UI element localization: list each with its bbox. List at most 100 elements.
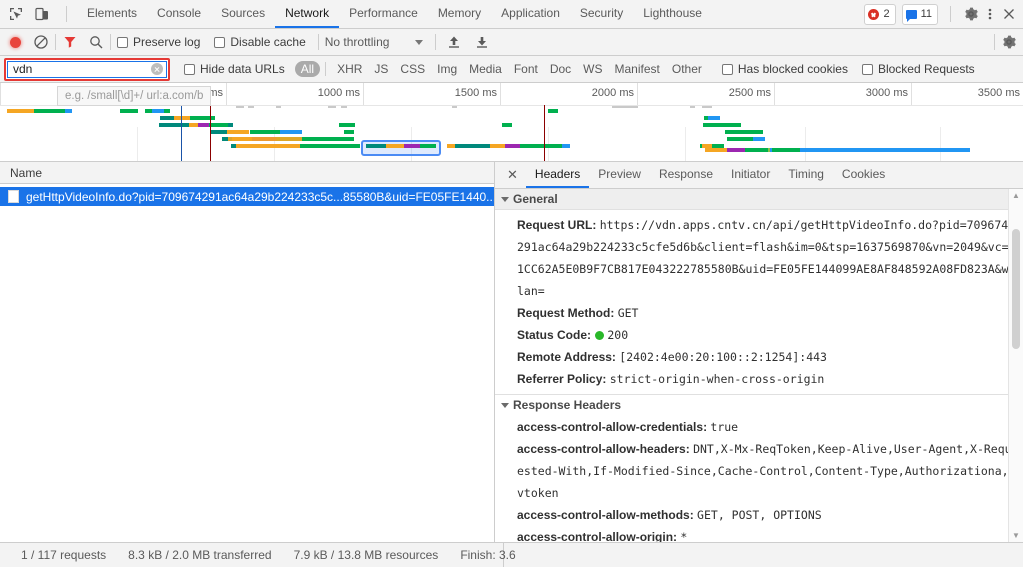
filter-type-ws[interactable]: WS: [577, 61, 608, 77]
gear-icon[interactable]: [963, 6, 979, 22]
checkbox-box: [214, 36, 226, 48]
hide-data-urls-label: Hide data URLs: [200, 62, 285, 76]
timeline-bar: [228, 123, 233, 127]
has-blocked-cookies-checkbox[interactable]: Has blocked cookies: [721, 62, 848, 76]
timeline-gridline: [805, 127, 806, 161]
header-value: GET: [617, 306, 639, 320]
tab-application[interactable]: Application: [491, 0, 570, 28]
timeline-bar: [120, 109, 138, 113]
request-rows[interactable]: getHttpVideoInfo.do?pid=709674291ac64a29…: [0, 184, 494, 542]
filter-input[interactable]: [13, 61, 151, 77]
export-har-icon[interactable]: [474, 34, 490, 50]
details-scrollbar[interactable]: ▲ ▼: [1008, 189, 1023, 542]
filter-type-all[interactable]: All: [294, 61, 321, 77]
status-resources: 7.9 kB / 13.8 MB resources: [293, 548, 439, 562]
timeline-bar: [227, 130, 249, 134]
tab-cookies[interactable]: Cookies: [833, 162, 894, 188]
timeline-bar: [562, 144, 570, 148]
general-section-header[interactable]: General: [495, 189, 1023, 210]
network-overview-timeline[interactable]: 500 ms 1000 ms 1500 ms 2000 ms 2500 ms 3…: [0, 83, 1023, 162]
filter-input-box[interactable]: [7, 60, 167, 78]
timeline-bar: [262, 130, 280, 134]
filter-type-xhr[interactable]: XHR: [331, 61, 368, 77]
timeline-bar: [366, 144, 386, 148]
close-icon[interactable]: [1001, 6, 1017, 22]
disable-cache-checkbox[interactable]: Disable cache: [214, 35, 306, 49]
timeline-tick: 3000 ms: [774, 83, 912, 105]
details-tabbar: ✕ Headers Preview Response Initiator Tim…: [495, 162, 1023, 189]
timeline-bar: [705, 148, 727, 152]
import-har-icon[interactable]: [446, 34, 462, 50]
gear-icon[interactable]: [1001, 34, 1017, 50]
tab-performance[interactable]: Performance: [339, 0, 428, 28]
tab-network[interactable]: Network: [275, 0, 340, 28]
tab-console[interactable]: Console: [147, 0, 211, 28]
record-stop-icon[interactable]: [10, 36, 21, 48]
panel-tabs: Elements Console Sources Network Perform…: [77, 0, 864, 28]
response-headers-section-header[interactable]: Response Headers: [495, 394, 1023, 415]
header-key: access-control-allow-credentials:: [517, 420, 708, 434]
scroll-up-arrow-icon[interactable]: ▲: [1009, 189, 1023, 202]
timeline-bar: [749, 130, 762, 134]
tab-initiator[interactable]: Initiator: [722, 162, 779, 188]
preserve-log-checkbox[interactable]: Preserve log: [117, 35, 200, 49]
request-name: getHttpVideoInfo.do?pid=709674291ac64a29…: [26, 189, 494, 204]
blocked-requests-checkbox[interactable]: Blocked Requests: [861, 62, 975, 76]
header-row-acac: access-control-allow-credentials: true: [517, 416, 1013, 438]
filter-type-doc[interactable]: Doc: [544, 61, 577, 77]
close-icon[interactable]: ✕: [499, 162, 526, 188]
device-toolbar-icon[interactable]: [34, 6, 50, 22]
tab-lighthouse[interactable]: Lighthouse: [633, 0, 712, 28]
filter-type-media[interactable]: Media: [463, 61, 508, 77]
tab-timing[interactable]: Timing: [779, 162, 833, 188]
filter-type-js[interactable]: JS: [368, 61, 394, 77]
kebab-menu-icon[interactable]: [985, 6, 995, 22]
hide-data-urls-checkbox[interactable]: Hide data URLs: [184, 62, 285, 76]
message-count-badge[interactable]: 11: [901, 3, 938, 25]
clear-input-icon[interactable]: [151, 63, 163, 75]
tab-sources[interactable]: Sources: [211, 0, 275, 28]
tab-headers[interactable]: Headers: [525, 162, 590, 188]
inspect-element-icon[interactable]: [8, 6, 24, 22]
header-value: strict-origin-when-cross-origin: [609, 372, 825, 386]
tab-preview[interactable]: Preview: [589, 162, 650, 188]
error-count-badge[interactable]: 2: [864, 3, 896, 25]
column-header-name[interactable]: Name: [10, 166, 42, 180]
timeline-bar: [152, 109, 164, 113]
clear-icon[interactable]: [33, 34, 49, 50]
resource-type-filters: All XHR JS CSS Img Media Font Doc WS Man…: [294, 61, 708, 77]
tabbar-left-icons: [0, 0, 77, 28]
selected-request-timeline-highlight[interactable]: [361, 140, 441, 156]
filter-type-other[interactable]: Other: [666, 61, 708, 77]
filter-type-manifest[interactable]: Manifest: [609, 61, 666, 77]
tab-elements[interactable]: Elements: [77, 0, 147, 28]
timeline-bar: [339, 123, 355, 127]
header-key: Status Code:: [517, 328, 592, 342]
tab-response[interactable]: Response: [650, 162, 722, 188]
throttling-dropdown[interactable]: No throttling: [325, 35, 424, 49]
message-count-label: 11: [920, 8, 932, 20]
scrollbar-thumb[interactable]: [1012, 229, 1020, 349]
header-key: Request URL:: [517, 218, 597, 232]
timeline-bar: [612, 106, 638, 108]
table-row[interactable]: getHttpVideoInfo.do?pid=709674291ac64a29…: [0, 187, 494, 206]
timeline-bar: [420, 144, 436, 148]
tab-memory[interactable]: Memory: [428, 0, 491, 28]
search-icon[interactable]: [88, 34, 104, 50]
has-blocked-cookies-label: Has blocked cookies: [737, 62, 848, 76]
filter-type-css[interactable]: CSS: [394, 61, 431, 77]
filter-type-img[interactable]: Img: [431, 61, 463, 77]
filter-funnel-icon[interactable]: [62, 34, 78, 50]
header-value: *: [680, 530, 688, 542]
scroll-down-arrow-icon[interactable]: ▼: [1009, 529, 1023, 542]
checkbox-box: [861, 63, 873, 75]
tabbar-divider: [66, 6, 67, 22]
header-row-acah: access-control-allow-headers: DNT,X-Mx-R…: [517, 438, 1013, 504]
tab-security[interactable]: Security: [570, 0, 633, 28]
filter-type-font[interactable]: Font: [508, 61, 544, 77]
devtools-main-tabbar: Elements Console Sources Network Perform…: [0, 0, 1023, 29]
timeline-bar: [753, 137, 765, 141]
load-event-line-2: [544, 105, 545, 161]
response-headers-section-title: Response Headers: [513, 398, 622, 412]
filter-highlight-annotation: [4, 57, 170, 81]
